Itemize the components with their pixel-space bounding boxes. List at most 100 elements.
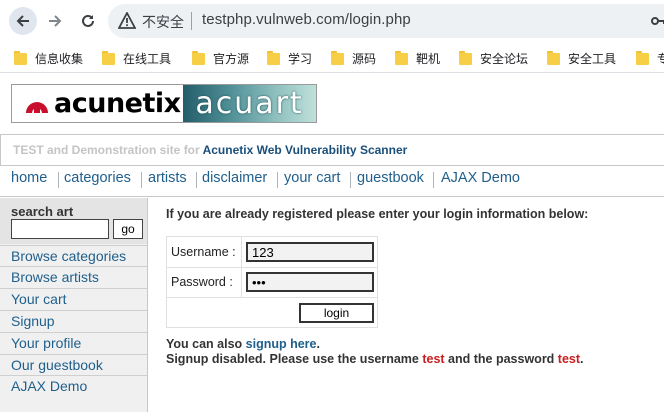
bookmark-item[interactable]: 学习 bbox=[267, 48, 312, 68]
folder-icon bbox=[459, 51, 472, 65]
bookmark-label: 靶机 bbox=[416, 51, 441, 66]
tagline-product-link[interactable]: Acunetix Web Vulnerability Scanner bbox=[203, 143, 408, 157]
acunetix-logo: acunetix bbox=[12, 85, 183, 122]
arrow-right-icon bbox=[49, 15, 62, 27]
login-form: Username : Password : login bbox=[166, 236, 378, 328]
sidebar-item-label: Our guestbook bbox=[11, 357, 103, 373]
bookmark-item[interactable]: 靶机 bbox=[395, 48, 440, 68]
folder-icon bbox=[331, 51, 344, 65]
bookmark-label: 官方源 bbox=[213, 51, 250, 66]
forward-button[interactable] bbox=[41, 7, 69, 35]
bookmark-item[interactable]: 信息收集 bbox=[14, 48, 83, 68]
reload-button[interactable] bbox=[74, 7, 102, 35]
password-label: Password : bbox=[171, 275, 233, 289]
password-field[interactable] bbox=[246, 272, 374, 292]
signup-prefix: You can also bbox=[166, 337, 246, 351]
folder-icon bbox=[14, 51, 27, 65]
sidebar-item-signup[interactable]: Signup bbox=[0, 310, 147, 331]
sidebar-item-label: Your profile bbox=[11, 335, 82, 351]
search-art-panel: search art go bbox=[0, 198, 147, 244]
nav-separator bbox=[58, 172, 59, 188]
site-header: acunetix acuart bbox=[0, 74, 664, 134]
bookmark-label: 源码 bbox=[352, 51, 377, 66]
signup-disabled-text: Signup disabled. Please use the username… bbox=[166, 352, 584, 366]
nav-artists[interactable]: artists bbox=[148, 170, 187, 186]
bookmark-label: 在线工具 bbox=[123, 51, 172, 66]
bookmark-item[interactable]: 源码 bbox=[331, 48, 376, 68]
address-bar[interactable]: 不安全 testphp.vulnweb.com/login.php bbox=[108, 4, 664, 38]
nav-separator bbox=[433, 172, 434, 188]
signup-suffix: . bbox=[316, 337, 320, 351]
bookmark-item[interactable]: 在线工具 bbox=[102, 48, 171, 68]
folder-icon bbox=[267, 51, 280, 65]
left-sidebar: search art go Browse categories Browse a… bbox=[0, 198, 148, 412]
nav-guestbook[interactable]: guestbook bbox=[357, 170, 424, 186]
test-username: test bbox=[422, 352, 445, 366]
folder-icon bbox=[547, 51, 560, 65]
tagline-prefix: TEST and Demonstration site for bbox=[13, 143, 203, 157]
search-art-label: search art bbox=[11, 204, 74, 219]
web-page: acunetix acuart TEST and Demonstration s… bbox=[0, 74, 664, 412]
folder-icon bbox=[102, 51, 115, 65]
login-button[interactable]: login bbox=[299, 303, 374, 323]
acunetix-mark-icon bbox=[26, 101, 48, 113]
sidebar-item-label: Signup bbox=[11, 313, 55, 329]
back-button[interactable] bbox=[9, 7, 37, 35]
nav-categories[interactable]: categories bbox=[64, 170, 131, 186]
logo-product: acuart bbox=[195, 86, 304, 121]
acuart-banner: acuart bbox=[183, 85, 316, 122]
sidebar-item-label: Browse categories bbox=[11, 248, 127, 264]
sidebar-item-our-guestbook[interactable]: Our guestbook bbox=[0, 354, 147, 375]
sidebar-item-label: Your cart bbox=[11, 291, 67, 307]
go-button[interactable]: go bbox=[113, 219, 143, 239]
test-password: test bbox=[557, 352, 581, 366]
nav-your-cart[interactable]: your cart bbox=[284, 170, 340, 186]
disabled-prefix: Signup disabled. Please use the username bbox=[166, 352, 423, 366]
nav-separator bbox=[141, 172, 142, 188]
table-divider bbox=[167, 267, 377, 268]
bookmark-item[interactable]: 专 bbox=[636, 48, 664, 68]
bookmark-label: 安全工具 bbox=[568, 51, 617, 66]
sidebar-item-your-profile[interactable]: Your profile bbox=[0, 332, 147, 353]
browser-toolbar: 不安全 testphp.vulnweb.com/login.php bbox=[0, 0, 664, 42]
bookmark-label: 安全论坛 bbox=[480, 51, 529, 66]
sidebar-item-browse-categories[interactable]: Browse categories bbox=[0, 245, 147, 266]
bookmark-item[interactable]: 安全论坛 bbox=[459, 48, 528, 68]
nav-ajax-demo[interactable]: AJAX Demo bbox=[441, 170, 520, 186]
nav-home[interactable]: home bbox=[11, 170, 47, 186]
folder-icon bbox=[192, 51, 205, 65]
arrow-left-icon bbox=[16, 15, 29, 27]
folder-icon bbox=[636, 51, 649, 65]
username-label: Username : bbox=[171, 245, 236, 259]
signup-link[interactable]: signup here bbox=[246, 337, 317, 351]
nav-disclaimer[interactable]: disclaimer bbox=[202, 170, 267, 186]
disabled-middle: and the password bbox=[444, 352, 558, 366]
top-navigation: home categories artists disclaimer your … bbox=[0, 167, 664, 197]
nav-separator bbox=[277, 172, 278, 188]
sidebar-item-ajax-demo[interactable]: AJAX Demo bbox=[0, 375, 147, 396]
sidebar-item-label: AJAX Demo bbox=[11, 378, 88, 394]
key-icon[interactable] bbox=[651, 14, 664, 28]
url-text[interactable]: testphp.vulnweb.com/login.php bbox=[202, 11, 411, 28]
login-intro-text: If you are already registered please ent… bbox=[166, 207, 589, 221]
warning-triangle-icon bbox=[118, 12, 136, 29]
username-field[interactable] bbox=[246, 242, 374, 262]
bookmark-label: 学习 bbox=[288, 51, 313, 66]
site-logo[interactable]: acunetix acuart bbox=[11, 84, 317, 123]
bookmarks-bar: 信息收集 在线工具 官方源 学习 源码 靶机 安全论坛 安全工具 专 bbox=[0, 42, 664, 73]
sidebar-item-label: Browse artists bbox=[11, 269, 99, 285]
bookmark-label: 专 bbox=[657, 51, 664, 66]
bookmark-item[interactable]: 安全工具 bbox=[547, 48, 616, 68]
nav-separator bbox=[350, 172, 351, 188]
search-art-input[interactable] bbox=[11, 219, 109, 239]
bookmark-label: 信息收集 bbox=[35, 51, 84, 66]
disabled-end: . bbox=[580, 352, 584, 366]
nav-separator bbox=[196, 172, 197, 188]
address-divider bbox=[191, 12, 192, 30]
logo-word: acunetix bbox=[54, 88, 181, 119]
sidebar-item-your-cart[interactable]: Your cart bbox=[0, 288, 147, 309]
bookmark-item[interactable]: 官方源 bbox=[192, 48, 249, 68]
sidebar-item-browse-artists[interactable]: Browse artists bbox=[0, 266, 147, 287]
table-divider bbox=[167, 297, 377, 298]
signup-text: You can also signup here. bbox=[166, 337, 320, 351]
